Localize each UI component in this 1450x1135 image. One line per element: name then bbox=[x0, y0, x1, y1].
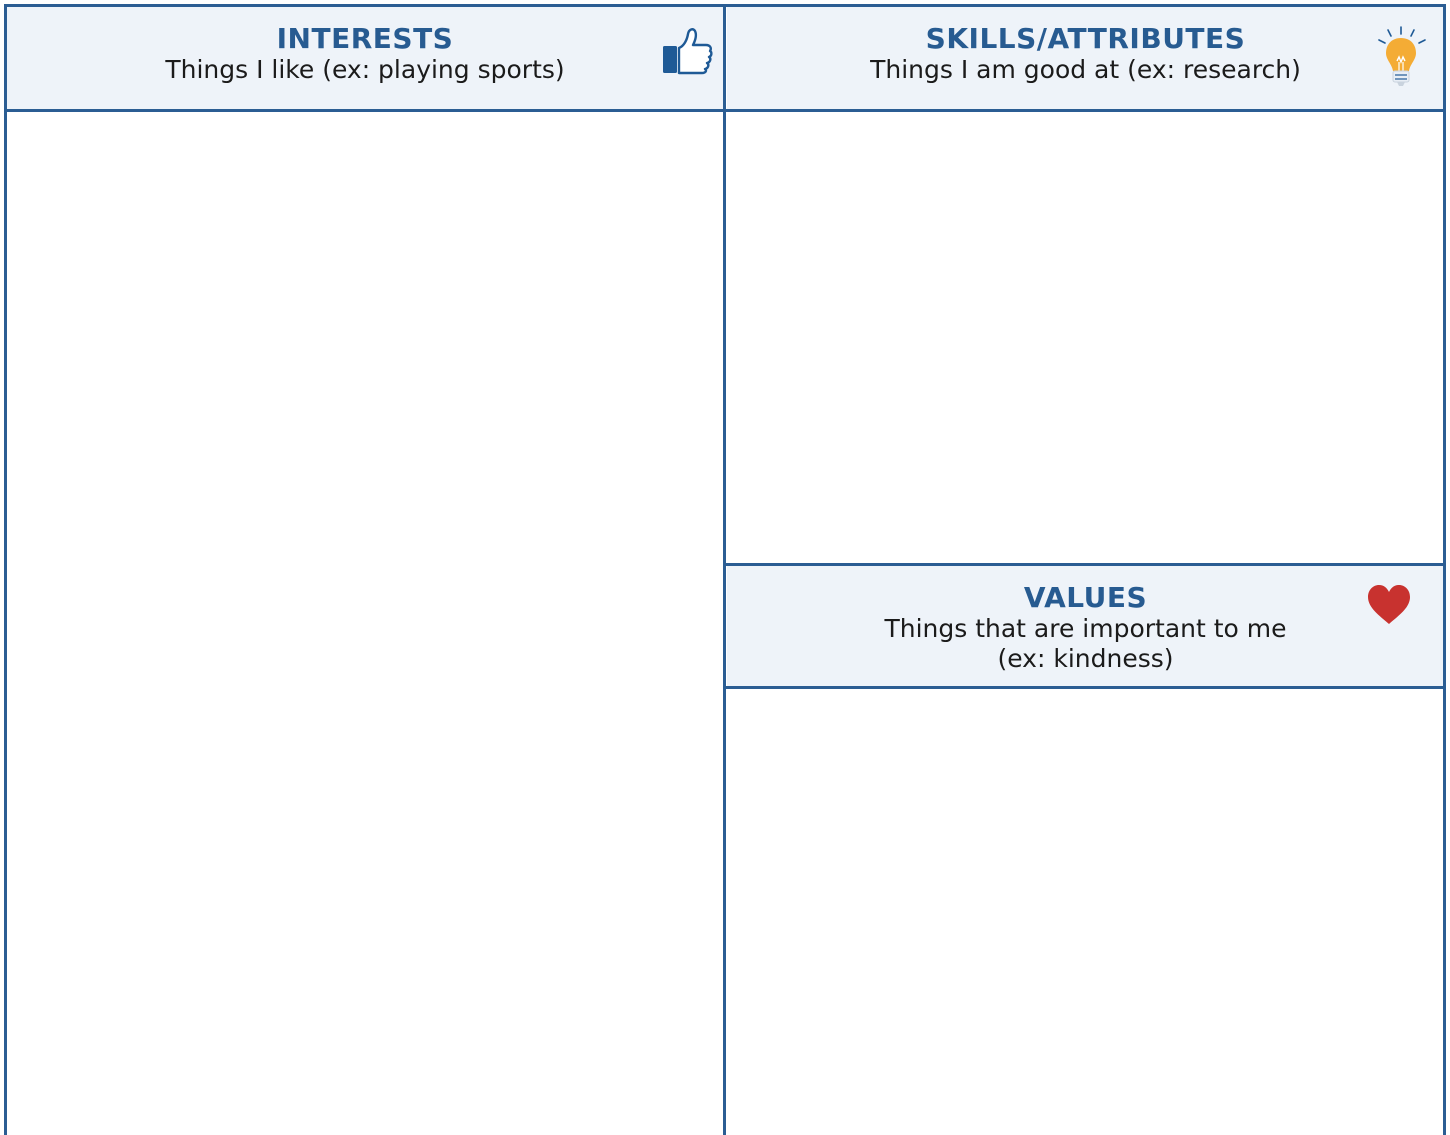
values-subtitle-line2: (ex: kindness) bbox=[997, 644, 1174, 673]
thumbs-up-icon bbox=[663, 28, 713, 75]
outer-border-right bbox=[1443, 4, 1446, 1135]
heart-icon bbox=[1368, 585, 1410, 624]
skills-title: SKILLS/ATTRIBUTES bbox=[925, 22, 1246, 55]
skills-subtitle: Things I am good at (ex: research) bbox=[870, 55, 1301, 84]
outer-border-left bbox=[4, 4, 7, 1135]
skills-writing-area[interactable] bbox=[727, 113, 1444, 564]
column-divider bbox=[723, 4, 726, 1135]
values-header-top-divider bbox=[724, 563, 1446, 566]
skills-header: SKILLS/ATTRIBUTES Things I am good at (e… bbox=[727, 6, 1444, 109]
values-subtitle-line1: Things that are important to me bbox=[884, 614, 1287, 643]
lightbulb-icon bbox=[1378, 26, 1426, 86]
interests-header: INTERESTS Things I like (ex: playing spo… bbox=[6, 6, 724, 109]
values-writing-area[interactable] bbox=[727, 689, 1444, 1135]
values-title: VALUES bbox=[1023, 581, 1148, 614]
interests-subtitle: Things I like (ex: playing sports) bbox=[165, 55, 565, 84]
values-header: VALUES Things that are important to me (… bbox=[727, 566, 1444, 686]
interests-writing-area[interactable] bbox=[6, 113, 724, 1135]
interests-title: INTERESTS bbox=[276, 22, 454, 55]
values-header-bottom-divider bbox=[724, 686, 1446, 689]
header-divider bbox=[4, 109, 1446, 112]
self-reflection-worksheet: INTERESTS Things I like (ex: playing spo… bbox=[0, 0, 1450, 1135]
